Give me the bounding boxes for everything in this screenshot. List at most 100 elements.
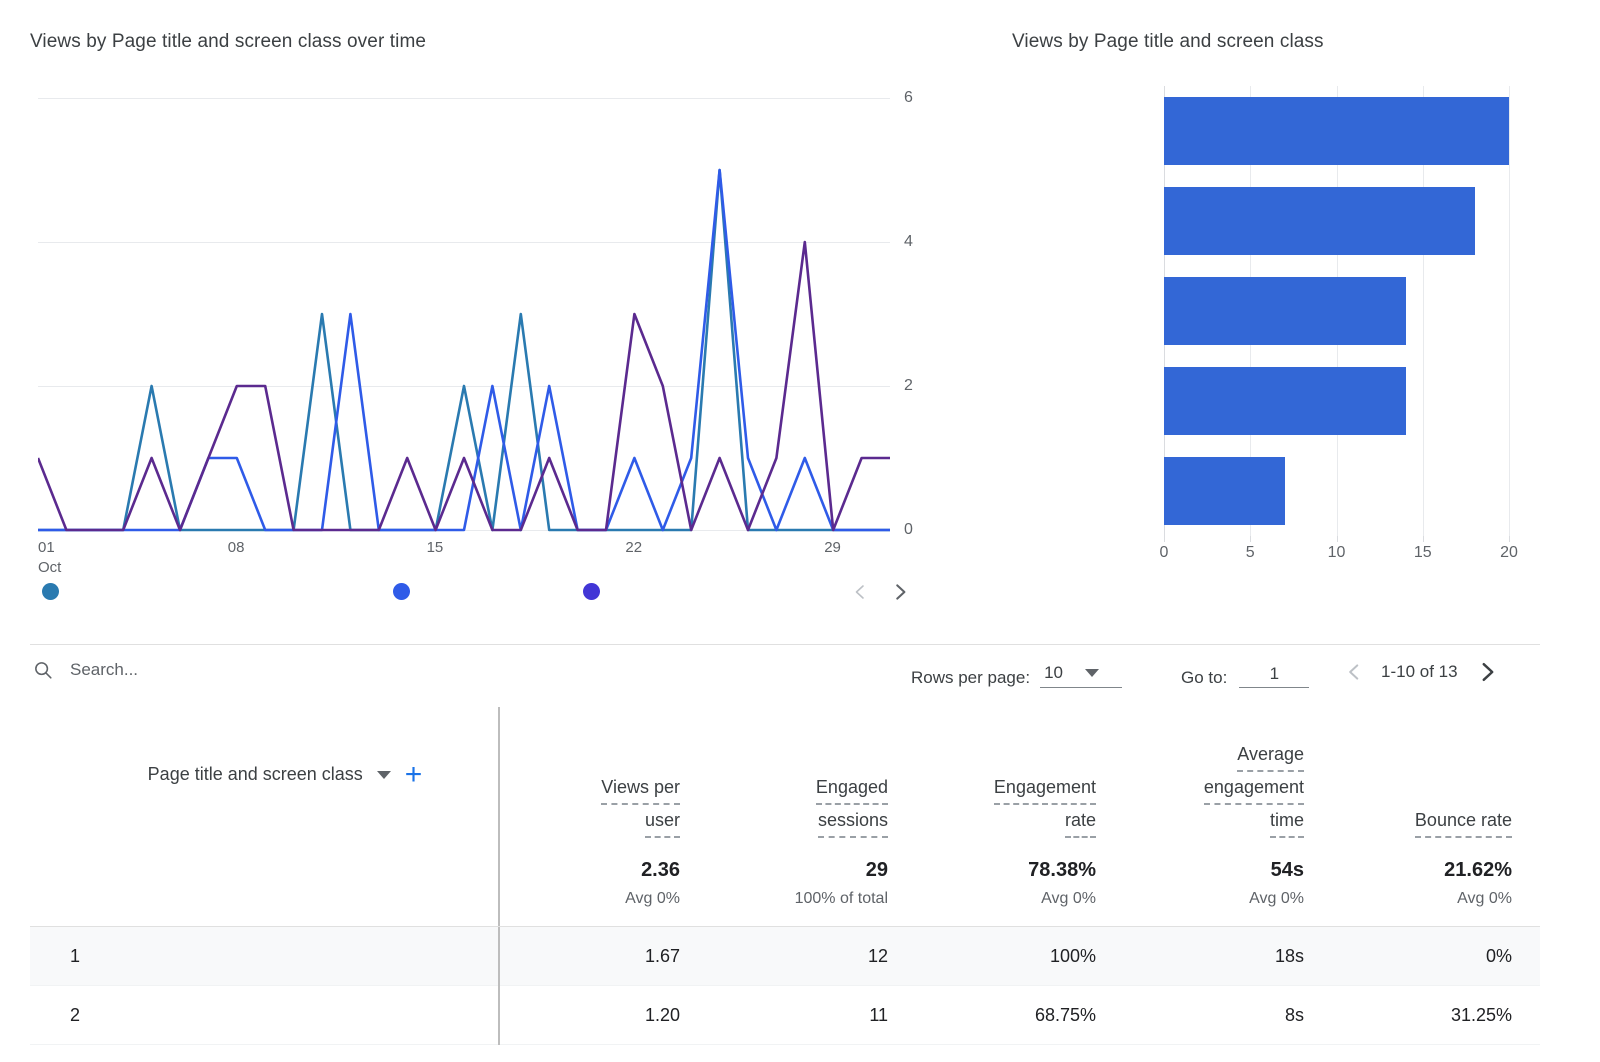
summary-cell-2: 29 100% of total bbox=[708, 842, 916, 926]
search-box[interactable] bbox=[32, 659, 368, 681]
chevron-left-icon bbox=[855, 585, 864, 599]
row-metric-4: 18s bbox=[1274, 945, 1304, 966]
metric-header-5[interactable]: Bounce rate bbox=[1332, 707, 1540, 842]
legend-dot-series-1[interactable] bbox=[42, 583, 59, 600]
y-axis-tick: 0 bbox=[904, 521, 913, 538]
metric-header-2[interactable]: Engaged sessions bbox=[708, 707, 916, 842]
metric-header-cells: Views per user Engaged sessions Engagement ra… bbox=[500, 707, 1540, 842]
bar-tick-mark bbox=[1336, 536, 1338, 542]
rows-per-page-label: Rows per page: bbox=[911, 668, 1031, 687]
metric-header-4[interactable]: Average engagement time bbox=[1124, 707, 1332, 842]
summary-subtext: Avg 0% bbox=[1457, 890, 1512, 907]
y-axis-tick: 4 bbox=[904, 233, 913, 250]
legend-prev-button[interactable] bbox=[843, 575, 877, 609]
dimension-selector[interactable]: Page title and screen class + bbox=[147, 759, 423, 790]
legend-dot-series-2[interactable] bbox=[393, 583, 410, 600]
metric-header-line: engagement bbox=[1203, 772, 1304, 805]
table-row[interactable]: 2 1.20 11 68.75% 8s 31.25% bbox=[30, 985, 1540, 1045]
bar-x-axis-tick: 20 bbox=[1500, 544, 1518, 561]
analytics-report-page: Views by Page title and screen class ove… bbox=[0, 0, 1600, 1062]
x-axis-tick: 08 bbox=[227, 539, 245, 556]
table-prev-page-button[interactable] bbox=[1343, 661, 1365, 683]
metric-header-line: Bounce rate bbox=[1414, 805, 1512, 838]
metric-header-line: Engagement bbox=[993, 772, 1096, 805]
goto-page-control: Go to: bbox=[1181, 663, 1310, 688]
line-chart-title: Views by Page title and screen class ove… bbox=[30, 31, 427, 52]
chevron-down-icon[interactable] bbox=[376, 770, 391, 779]
page-range-control: 1-10 of 13 bbox=[1343, 659, 1500, 685]
row-metric-3: 68.75% bbox=[1034, 1004, 1096, 1025]
bar-chart-plot: 0 5 10 15 20 bbox=[1160, 86, 1518, 561]
plus-icon[interactable]: + bbox=[405, 759, 423, 790]
x-axis-tick: 29 bbox=[824, 539, 841, 556]
page-range-text: 1-10 of 13 bbox=[1381, 662, 1458, 681]
dimension-header-label: Page title and screen class bbox=[147, 764, 363, 784]
summary-value: 78.38% bbox=[1028, 859, 1096, 881]
goto-label: Go to: bbox=[1181, 668, 1228, 687]
row-metric-1: 1.67 bbox=[644, 945, 680, 966]
metric-header-line: Average bbox=[1237, 739, 1304, 772]
chevron-left-icon bbox=[1349, 664, 1359, 680]
bar-gridline bbox=[1509, 86, 1510, 536]
bar-tick-mark bbox=[1250, 536, 1252, 542]
metric-header-line: time bbox=[1269, 805, 1304, 838]
summary-value: 2.36 bbox=[641, 859, 680, 881]
metric-header-line: user bbox=[644, 805, 680, 838]
summary-subtext: Avg 0% bbox=[1249, 890, 1304, 907]
summary-cell-4: 54s Avg 0% bbox=[1124, 842, 1332, 926]
row-metric-5: 0% bbox=[1485, 945, 1512, 966]
metric-header-line: rate bbox=[1064, 805, 1096, 838]
goto-page-input[interactable] bbox=[1239, 663, 1310, 688]
rows-per-page-select[interactable]: 10 bbox=[1040, 663, 1123, 688]
bar-5[interactable] bbox=[1164, 457, 1285, 525]
metric-header-1[interactable]: Views per user bbox=[500, 707, 708, 842]
x-axis-tick: 22 bbox=[625, 539, 643, 556]
x-axis-tick: 01 Oct bbox=[38, 539, 62, 576]
row-index: 1 bbox=[70, 945, 81, 966]
bar-4[interactable] bbox=[1164, 367, 1406, 435]
bar-tick-mark bbox=[1164, 536, 1165, 542]
row-metric-cells: 1.67 12 100% 18s 0% bbox=[500, 927, 1540, 986]
bar-x-axis-tick: 10 bbox=[1327, 544, 1346, 561]
legend-dot-series-3[interactable] bbox=[583, 583, 600, 600]
bar-x-axis-tick: 15 bbox=[1413, 544, 1432, 561]
chevron-right-icon bbox=[1482, 662, 1493, 682]
rows-per-page-value: 10 bbox=[1044, 663, 1063, 682]
row-metric-4: 8s bbox=[1284, 1004, 1304, 1025]
summary-value: 29 bbox=[865, 859, 888, 881]
bar-tick-mark bbox=[1422, 536, 1424, 542]
metric-header-line: Views per bbox=[601, 772, 680, 805]
summary-cell-3: 78.38% Avg 0% bbox=[916, 842, 1124, 926]
rows-per-page-control: Rows per page: 10 bbox=[911, 663, 1123, 688]
x-axis-tick: 15 bbox=[426, 539, 444, 556]
metric-header-3[interactable]: Engagement rate bbox=[916, 707, 1124, 842]
chevron-right-icon bbox=[896, 584, 906, 600]
summary-metric-cells: 2.36 Avg 0% 29 100% of total 78.38% Avg 0% 54s… bbox=[500, 842, 1540, 926]
summary-dimension-cell bbox=[30, 842, 500, 926]
legend-next-button[interactable] bbox=[883, 575, 917, 609]
bar-2[interactable] bbox=[1164, 187, 1475, 255]
row-dimension-cell: 1 bbox=[30, 926, 500, 986]
y-axis-tick: 2 bbox=[904, 377, 913, 394]
bar-3[interactable] bbox=[1164, 277, 1406, 345]
table-row[interactable]: 1 1.67 12 100% 18s 0% bbox=[30, 926, 1540, 986]
row-dimension-cell: 2 bbox=[30, 985, 500, 1045]
line-chart-series bbox=[38, 168, 890, 532]
bar-chart-title: Views by Page title and screen class bbox=[1012, 31, 1324, 52]
metric-header-line: Engaged bbox=[815, 772, 888, 805]
row-metric-3: 100% bbox=[1049, 945, 1096, 966]
row-metric-5: 31.25% bbox=[1450, 1004, 1512, 1025]
summary-value: 54s bbox=[1270, 859, 1304, 881]
line-chart-plot: 6 4 2 0 01 Oct 08 15 22 29 bbox=[38, 89, 913, 576]
table-next-page-button[interactable] bbox=[1474, 659, 1500, 685]
search-input[interactable] bbox=[68, 659, 368, 681]
bar-1[interactable] bbox=[1164, 97, 1509, 165]
summary-cell-5: 21.62% Avg 0% bbox=[1332, 842, 1540, 926]
bar-x-axis-tick: 5 bbox=[1245, 544, 1255, 561]
y-axis-tick: 6 bbox=[904, 89, 913, 106]
row-metric-1: 1.20 bbox=[644, 1004, 680, 1025]
bar-chart-card: 0 5 10 15 20 bbox=[1012, 70, 1572, 570]
summary-subtext: Avg 0% bbox=[625, 890, 680, 907]
row-metric-cells: 1.20 11 68.75% 8s 31.25% bbox=[500, 986, 1540, 1045]
table-header-row: Page title and screen class + Views per u… bbox=[30, 707, 1540, 842]
